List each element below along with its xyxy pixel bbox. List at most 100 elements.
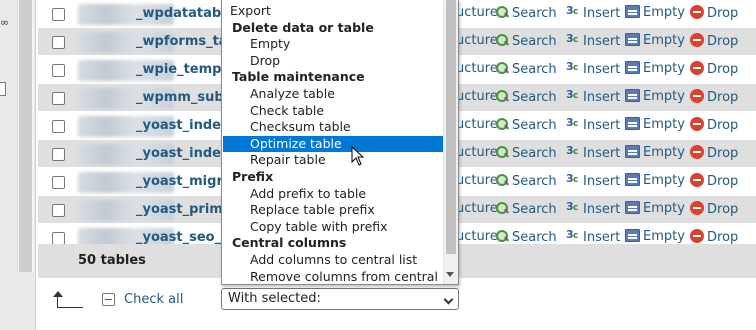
structure-link[interactable]: ucture	[456, 117, 498, 132]
dropdown-option[interactable]: Copy table with prefix	[223, 219, 444, 236]
row-checkbox[interactable]	[52, 148, 65, 161]
drop-link[interactable]: Drop	[690, 201, 738, 217]
empty-link[interactable]: Empty	[625, 5, 685, 20]
dropdown-option[interactable]: Drop	[223, 53, 444, 70]
row-checkbox[interactable]	[52, 120, 65, 133]
row-checkbox[interactable]	[52, 64, 65, 77]
dropdown-option[interactable]: Analyze table	[223, 86, 444, 103]
empty-table-icon	[625, 89, 640, 102]
dropdown-option[interactable]: Replace table prefix	[223, 202, 444, 219]
empty-link[interactable]: Empty	[625, 173, 685, 188]
insert-link[interactable]: Insert	[566, 88, 620, 105]
insert-link[interactable]: Insert	[566, 116, 620, 133]
insert-link[interactable]: Insert	[566, 228, 620, 245]
search-icon	[495, 5, 509, 19]
drop-link[interactable]: Drop	[690, 89, 738, 105]
with-selected-value: With selected:	[228, 291, 321, 306]
drop-link[interactable]: Drop	[690, 173, 738, 189]
empty-table-icon	[625, 201, 640, 214]
row-checkbox[interactable]	[52, 92, 65, 105]
drop-icon	[690, 33, 704, 47]
drop-icon	[690, 117, 704, 131]
insert-link[interactable]: Insert	[566, 32, 620, 49]
structure-link[interactable]: ucture	[456, 145, 498, 160]
drop-link[interactable]: Drop	[690, 229, 738, 245]
row-checkbox[interactable]	[52, 8, 65, 21]
insert-link[interactable]: Insert	[566, 200, 620, 217]
drop-icon	[690, 5, 704, 19]
search-icon	[495, 33, 509, 47]
link-icon[interactable]: ∞	[0, 17, 9, 29]
row-checkbox[interactable]	[52, 36, 65, 49]
search-link[interactable]: Search	[495, 201, 557, 217]
drop-link[interactable]: Drop	[690, 5, 738, 21]
search-link[interactable]: Search	[495, 117, 557, 133]
mouse-pointer-icon	[351, 146, 365, 166]
dropdown-option[interactable]: Remove columns from central list	[223, 269, 458, 284]
search-link[interactable]: Search	[495, 145, 557, 161]
insert-link[interactable]: Insert	[566, 172, 620, 189]
insert-link[interactable]: Insert	[566, 4, 620, 21]
row-checkbox[interactable]	[52, 204, 65, 217]
structure-link[interactable]: ucture	[456, 33, 498, 48]
empty-table-icon	[625, 229, 640, 242]
with-selected-options-list[interactable]: Remove columns from central list Add colu…	[221, 0, 459, 285]
empty-link[interactable]: Empty	[625, 61, 685, 76]
empty-link[interactable]: Empty	[625, 117, 685, 132]
structure-link[interactable]: ucture	[456, 61, 498, 76]
drop-icon	[690, 201, 704, 215]
structure-link[interactable]: ucture	[456, 89, 498, 104]
search-link[interactable]: Search	[495, 61, 557, 77]
dropdown-option[interactable]: Export	[223, 3, 444, 20]
empty-link[interactable]: Empty	[625, 33, 685, 48]
check-all-checkbox[interactable]	[102, 293, 115, 306]
insert-icon	[566, 116, 580, 131]
insert-link[interactable]: Insert	[566, 60, 620, 77]
check-all-link[interactable]: Check all	[124, 292, 183, 307]
with-selected-select[interactable]: With selected:	[221, 288, 459, 310]
dropdown-option[interactable]: Add prefix to table	[223, 186, 444, 203]
collapse-toggle[interactable]	[0, 82, 6, 96]
scroll-down-arrow-icon[interactable]	[446, 272, 454, 277]
table-count: 50 tables	[78, 253, 146, 268]
insert-link[interactable]: Insert	[566, 144, 620, 161]
dropdown-scrollbar-track[interactable]	[443, 0, 458, 284]
empty-link[interactable]: Empty	[625, 89, 685, 104]
empty-link[interactable]: Empty	[625, 145, 685, 160]
empty-table-icon	[625, 173, 640, 186]
drop-link[interactable]: Drop	[690, 117, 738, 133]
search-icon	[495, 201, 509, 215]
drop-link[interactable]: Drop	[690, 33, 738, 49]
structure-link[interactable]: ucture	[456, 229, 498, 244]
dropdown-scrollbar-thumb[interactable]	[446, 0, 456, 254]
drop-link[interactable]: Drop	[690, 61, 738, 77]
left-navigation-panel: ∞	[0, 0, 36, 330]
empty-table-icon	[625, 33, 640, 46]
empty-table-icon	[625, 117, 640, 130]
drop-link[interactable]: Drop	[690, 145, 738, 161]
structure-link[interactable]: ucture	[456, 201, 498, 216]
insert-icon	[566, 32, 580, 47]
structure-link[interactable]: ucture	[456, 5, 498, 20]
option-group-label: Central columns	[232, 235, 347, 251]
row-checkbox[interactable]	[52, 176, 65, 189]
dropdown-option[interactable]: Check table	[223, 103, 444, 120]
dropdown-option[interactable]: Checksum table	[223, 119, 444, 136]
dropdown-option[interactable]: Add columns to central list	[223, 252, 444, 269]
structure-link[interactable]: ucture	[456, 173, 498, 188]
dropdown-option[interactable]: Empty	[223, 36, 444, 53]
search-link[interactable]: Search	[495, 5, 557, 21]
option-group-label: Prefix	[232, 169, 274, 184]
search-link[interactable]: Search	[495, 89, 557, 105]
search-icon	[495, 173, 509, 187]
dropdown-option[interactable]: Repair table	[223, 152, 444, 169]
search-link[interactable]: Search	[495, 33, 557, 49]
dropdown-option[interactable]: Optimize table	[223, 135, 444, 153]
insert-icon	[566, 172, 580, 187]
search-link[interactable]: Search	[495, 229, 557, 245]
search-link[interactable]: Search	[495, 173, 557, 189]
nav-scrollbar-thumb[interactable]	[19, 0, 32, 272]
empty-link[interactable]: Empty	[625, 201, 685, 216]
empty-link[interactable]: Empty	[625, 229, 685, 244]
search-icon	[495, 229, 509, 243]
